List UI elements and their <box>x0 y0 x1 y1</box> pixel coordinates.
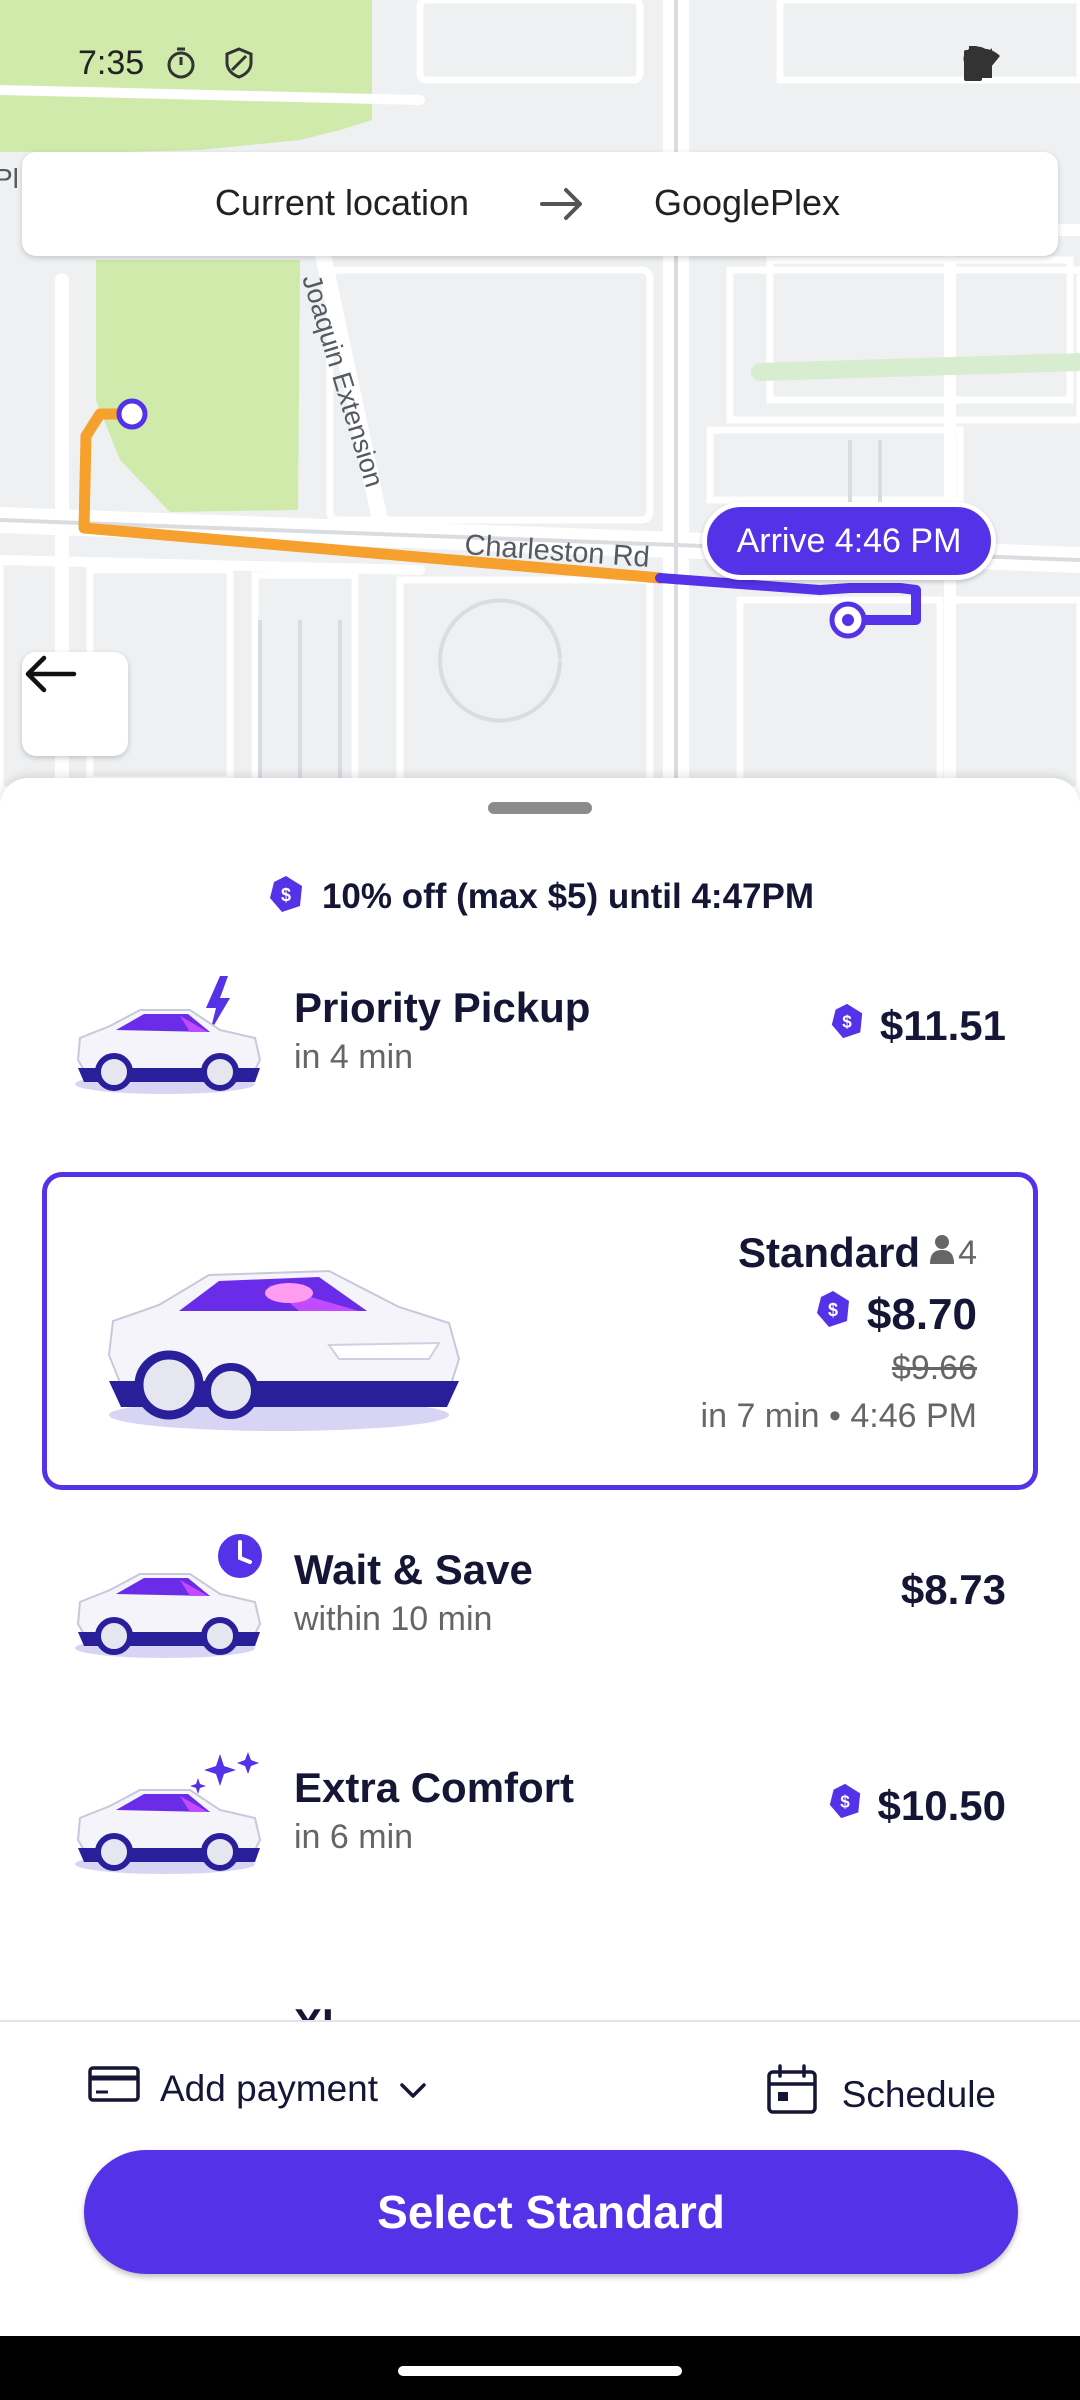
option-eta: in 4 min <box>294 1038 414 1076</box>
footer: Add payment Schedule Select Standard <box>0 2020 1080 2336</box>
option-title: Extra Comfort <box>294 1764 575 1811</box>
option-priority-pickup[interactable]: Priority Pickup in 4 min $ $11.51 <box>0 958 1080 1128</box>
option-standard-selected[interactable]: Standard 4 $ $8.70 $9.66 in 7 min • 4:46… <box>42 1172 1038 1490</box>
svg-text:$: $ <box>842 1013 852 1032</box>
option-title: Wait & Save <box>294 1546 533 1593</box>
home-gesture-handle[interactable] <box>398 2366 682 2376</box>
option-price: $ $8.70 <box>813 1289 977 1340</box>
promo-banner: $ 10% off (max $5) until 4:47PM <box>0 874 1080 919</box>
option-eta: in 7 min • 4:46 PM <box>700 1397 977 1435</box>
add-payment-button[interactable]: Add payment <box>88 2064 428 2113</box>
route-destination[interactable]: GooglePlex <box>582 182 912 224</box>
option-price: $ $11.51 <box>828 1002 1006 1050</box>
capacity: 4 <box>930 1234 977 1273</box>
system-nav-bar <box>0 2336 1080 2400</box>
svg-text:$: $ <box>281 885 291 905</box>
option-title: Priority Pickup <box>294 984 591 1031</box>
car-bolt-icon <box>75 976 262 1094</box>
option-wait-save[interactable]: Wait & Save within 10 min $8.73 <box>0 1518 1080 1688</box>
discount-tag-icon: $ <box>266 874 306 919</box>
price-value: $8.70 <box>866 1289 977 1339</box>
route-map[interactable]: Joaquin Extension Charleston Rd Pl 7:35 <box>0 0 1080 790</box>
discount-tag-icon: $ <box>828 1002 866 1050</box>
schedule-label: Schedule <box>841 2073 996 2115</box>
selected-title-row: Standard 4 <box>738 1229 977 1277</box>
discount-tag-icon: $ <box>826 1782 864 1830</box>
drag-handle[interactable] <box>488 802 592 814</box>
option-price: $8.73 <box>901 1566 1006 1614</box>
credit-card-icon <box>88 2064 140 2113</box>
option-eta: within 10 min <box>294 1600 493 1638</box>
car-sparkle-icon <box>75 1752 262 1874</box>
option-price: $ $10.50 <box>826 1782 1006 1830</box>
promo-text: 10% off (max $5) until 4:47PM <box>321 876 815 916</box>
street-label-joaquin: Joaquin Extension <box>296 271 389 491</box>
capacity-value: 4 <box>958 1233 977 1272</box>
add-payment-label: Add payment <box>160 2067 379 2109</box>
back-button[interactable] <box>22 652 128 756</box>
original-price: $9.66 <box>891 1349 977 1387</box>
price-value: $11.51 <box>879 1002 1006 1049</box>
option-eta: in 6 min <box>294 1818 414 1856</box>
status-time: 7:35 <box>78 44 145 82</box>
svg-text:$: $ <box>828 1300 838 1320</box>
schedule-button[interactable]: Schedule <box>766 2064 996 2125</box>
car-clock-icon <box>75 1532 266 1658</box>
status-bar: 7:35 <box>0 0 1080 130</box>
option-title: Standard <box>738 1229 921 1276</box>
map-edge-label: Pl <box>0 163 19 194</box>
shield-icon <box>222 46 256 80</box>
calendar-icon <box>766 2064 818 2125</box>
car-standard-icon <box>107 1269 461 1431</box>
arrival-time-pill: Arrive 4:46 PM <box>702 502 996 580</box>
chevron-down-icon <box>398 2068 428 2110</box>
price-value: $10.50 <box>877 1782 1006 1829</box>
select-standard-button[interactable]: Select Standard <box>84 2150 1018 2274</box>
discount-tag-icon: $ <box>813 1289 853 1340</box>
option-extra-comfort[interactable]: Extra Comfort in 6 min $ $10.50 <box>0 1738 1080 1908</box>
svg-text:$: $ <box>840 1793 850 1812</box>
price-value: $8.73 <box>900 1566 1006 1613</box>
timer-icon <box>164 46 198 80</box>
route-card[interactable]: Current location GooglePlex <box>22 152 1058 256</box>
person-icon <box>930 1234 955 1273</box>
